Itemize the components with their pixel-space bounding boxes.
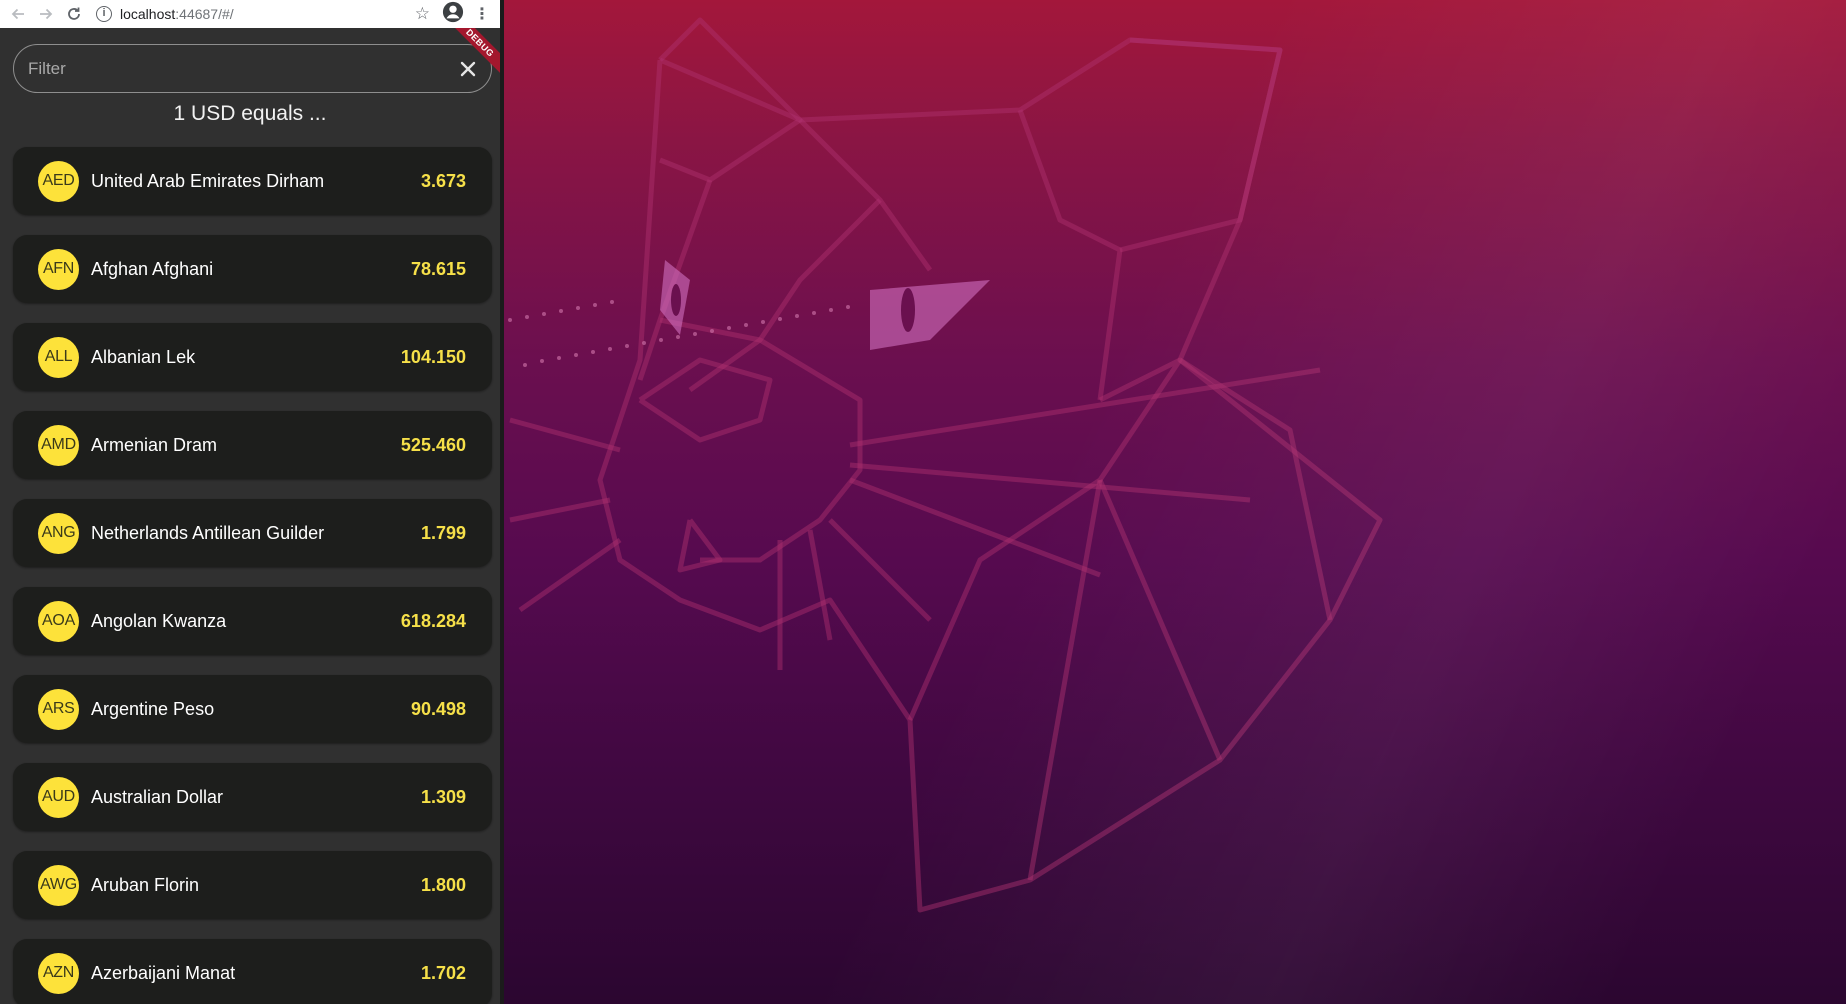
filter-input[interactable] <box>26 57 457 80</box>
forward-button[interactable] <box>34 2 58 26</box>
currency-code-avatar: ANG <box>38 512 79 554</box>
currency-name: Netherlands Antillean Guilder <box>91 522 325 543</box>
currency-name: Australian Dollar <box>91 786 224 807</box>
rate-value: 1.800 <box>420 874 466 895</box>
rate-value: 1.309 <box>420 786 466 807</box>
url-path: :44687/#/ <box>175 6 234 22</box>
rate-list[interactable]: AED United Arab Emirates Dirham 3.673 AF… <box>13 147 492 1004</box>
currency-code-avatar: ALL <box>38 336 79 378</box>
rate-card-aed[interactable]: AED United Arab Emirates Dirham 3.673 <box>13 147 492 215</box>
arrow-left-icon <box>11 8 24 20</box>
star-icon[interactable]: ☆ <box>415 4 430 24</box>
currency-code-avatar: AFN <box>38 248 79 290</box>
rate-card-awg[interactable]: AWG Aruban Florin 1.800 <box>13 851 492 919</box>
currency-name: Argentine Peso <box>91 698 215 719</box>
currency-name: Afghan Afghani <box>91 258 214 279</box>
currency-name: Albanian Lek <box>91 346 196 367</box>
browser-toolbar: i localhost:44687/#/ ☆ ⋮ <box>0 0 500 28</box>
filter-field[interactable] <box>13 44 492 93</box>
rate-card-azn[interactable]: AZN Azerbaijani Manat 1.702 <box>13 939 492 1004</box>
currency-code-avatar: AZN <box>38 952 79 994</box>
url-host: localhost <box>120 6 176 22</box>
currency-name: Angolan Kwanza <box>91 610 227 631</box>
rate-value: 78.615 <box>410 258 466 279</box>
currency-name: United Arab Emirates Dirham <box>91 170 325 191</box>
back-button[interactable] <box>6 2 30 26</box>
rate-value: 104.150 <box>400 346 466 367</box>
address-bar[interactable]: i localhost:44687/#/ <box>96 2 415 26</box>
kebab-menu-icon[interactable]: ⋮ <box>474 4 490 24</box>
rate-card-aoa[interactable]: AOA Angolan Kwanza 618.284 <box>13 587 492 655</box>
currency-code-avatar: AUD <box>38 776 79 818</box>
currency-name: Aruban Florin <box>91 874 200 895</box>
rate-card-all[interactable]: ALL Albanian Lek 104.150 <box>13 323 492 391</box>
currency-code-avatar: AWG <box>38 864 79 906</box>
rate-card-ars[interactable]: ARS Argentine Peso 90.498 <box>13 675 492 743</box>
currency-code-avatar: AOA <box>38 600 79 642</box>
rate-value: 90.498 <box>410 698 466 719</box>
rate-value: 3.673 <box>420 170 466 191</box>
rate-card-afn[interactable]: AFN Afghan Afghani 78.615 <box>13 235 492 303</box>
rate-value: 525.460 <box>400 434 466 455</box>
info-icon[interactable]: i <box>96 6 112 22</box>
base-currency-heading: 1 USD equals ... <box>173 102 327 125</box>
currency-code-avatar: AED <box>38 160 79 202</box>
currency-name: Armenian Dram <box>91 434 218 455</box>
rate-card-aud[interactable]: AUD Australian Dollar 1.309 <box>13 763 492 831</box>
rate-card-amd[interactable]: AMD Armenian Dram 525.460 <box>13 411 492 479</box>
browser-window: i localhost:44687/#/ ☆ ⋮ DEBUG 1 USD equ… <box>0 0 504 1004</box>
arrow-right-icon <box>40 8 53 20</box>
rate-value: 1.799 <box>420 522 466 543</box>
currency-code-avatar: ARS <box>38 688 79 730</box>
rate-value: 618.284 <box>400 610 466 631</box>
account-circle-icon[interactable] <box>442 1 464 28</box>
close-icon[interactable] <box>457 58 479 80</box>
currency-name: Azerbaijani Manat <box>91 962 236 983</box>
flutter-app: DEBUG 1 USD equals ... AED United Arab E… <box>0 28 500 1004</box>
currency-code-avatar: AMD <box>38 424 79 466</box>
rate-value: 1.702 <box>420 962 466 983</box>
reload-icon <box>68 7 80 20</box>
reload-button[interactable] <box>62 2 86 26</box>
rate-card-ang[interactable]: ANG Netherlands Antillean Guilder 1.799 <box>13 499 492 567</box>
